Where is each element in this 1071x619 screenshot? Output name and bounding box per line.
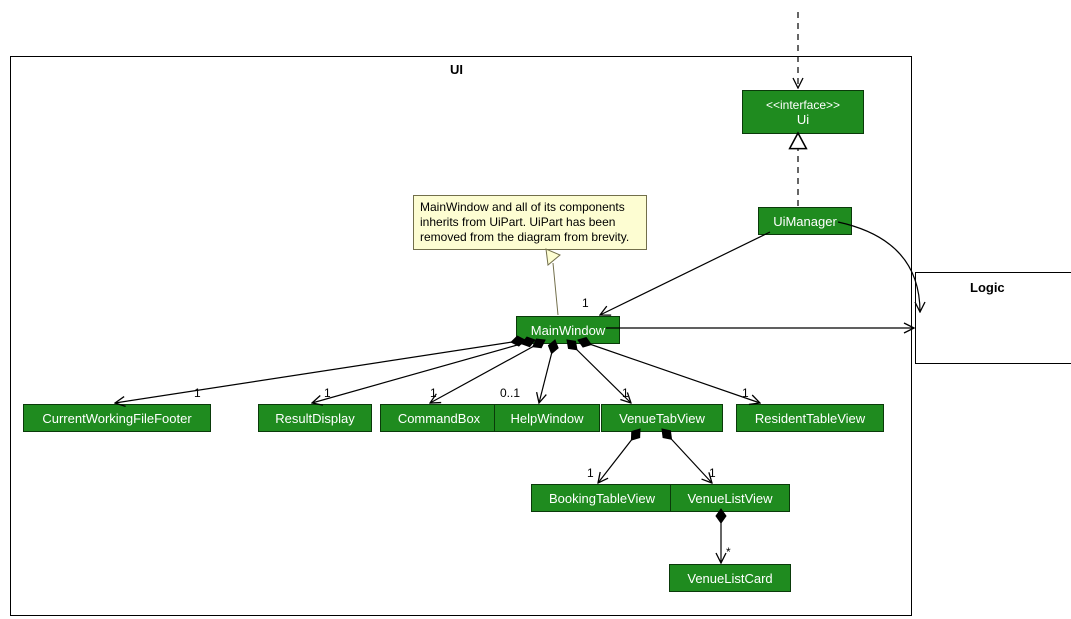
ui-interface-name: Ui — [797, 112, 809, 127]
mult-rd: 1 — [324, 386, 331, 400]
resident-table-view: ResidentTableView — [736, 404, 884, 432]
venue-tab-view-label: VenueTabView — [619, 411, 705, 426]
ui-manager-label: UiManager — [773, 214, 837, 229]
current-working-file-footer: CurrentWorkingFileFooter — [23, 404, 211, 432]
booking-table-view: BookingTableView — [531, 484, 673, 512]
ui-package-label: UI — [450, 62, 463, 77]
venue-list-card-label: VenueListCard — [687, 571, 772, 586]
mult-mw-top: 1 — [582, 296, 589, 310]
mult-btv: 1 — [587, 466, 594, 480]
command-box: CommandBox — [380, 404, 498, 432]
ui-manager: UiManager — [758, 207, 852, 235]
venue-list-view: VenueListView — [670, 484, 790, 512]
mult-hw: 0..1 — [500, 386, 520, 400]
help-window-label: HelpWindow — [511, 411, 584, 426]
ui-interface: <<interface>> Ui — [742, 90, 864, 134]
cwff-label: CurrentWorkingFileFooter — [42, 411, 191, 426]
mult-vlv: 1 — [709, 466, 716, 480]
mult-cwff: 1 — [194, 386, 201, 400]
resident-table-view-label: ResidentTableView — [755, 411, 865, 426]
venue-tab-view: VenueTabView — [601, 404, 723, 432]
mult-rtv: 1 — [742, 386, 749, 400]
booking-table-view-label: BookingTableView — [549, 491, 655, 506]
command-box-label: CommandBox — [398, 411, 480, 426]
main-window: MainWindow — [516, 316, 620, 344]
logic-label: Logic — [970, 280, 1005, 295]
help-window: HelpWindow — [494, 404, 600, 432]
venue-list-view-label: VenueListView — [687, 491, 772, 506]
ui-package-frame — [10, 56, 912, 616]
ui-interface-stereotype: <<interface>> — [766, 98, 840, 112]
result-display: ResultDisplay — [258, 404, 372, 432]
mult-vlc: * — [726, 545, 731, 559]
mult-vtv: 1 — [622, 386, 629, 400]
uml-note: MainWindow and all of its components inh… — [413, 195, 647, 250]
venue-list-card: VenueListCard — [669, 564, 791, 592]
uml-note-text: MainWindow and all of its components inh… — [420, 200, 629, 244]
result-display-label: ResultDisplay — [275, 411, 354, 426]
main-window-label: MainWindow — [531, 323, 605, 338]
mult-cb: 1 — [430, 386, 437, 400]
